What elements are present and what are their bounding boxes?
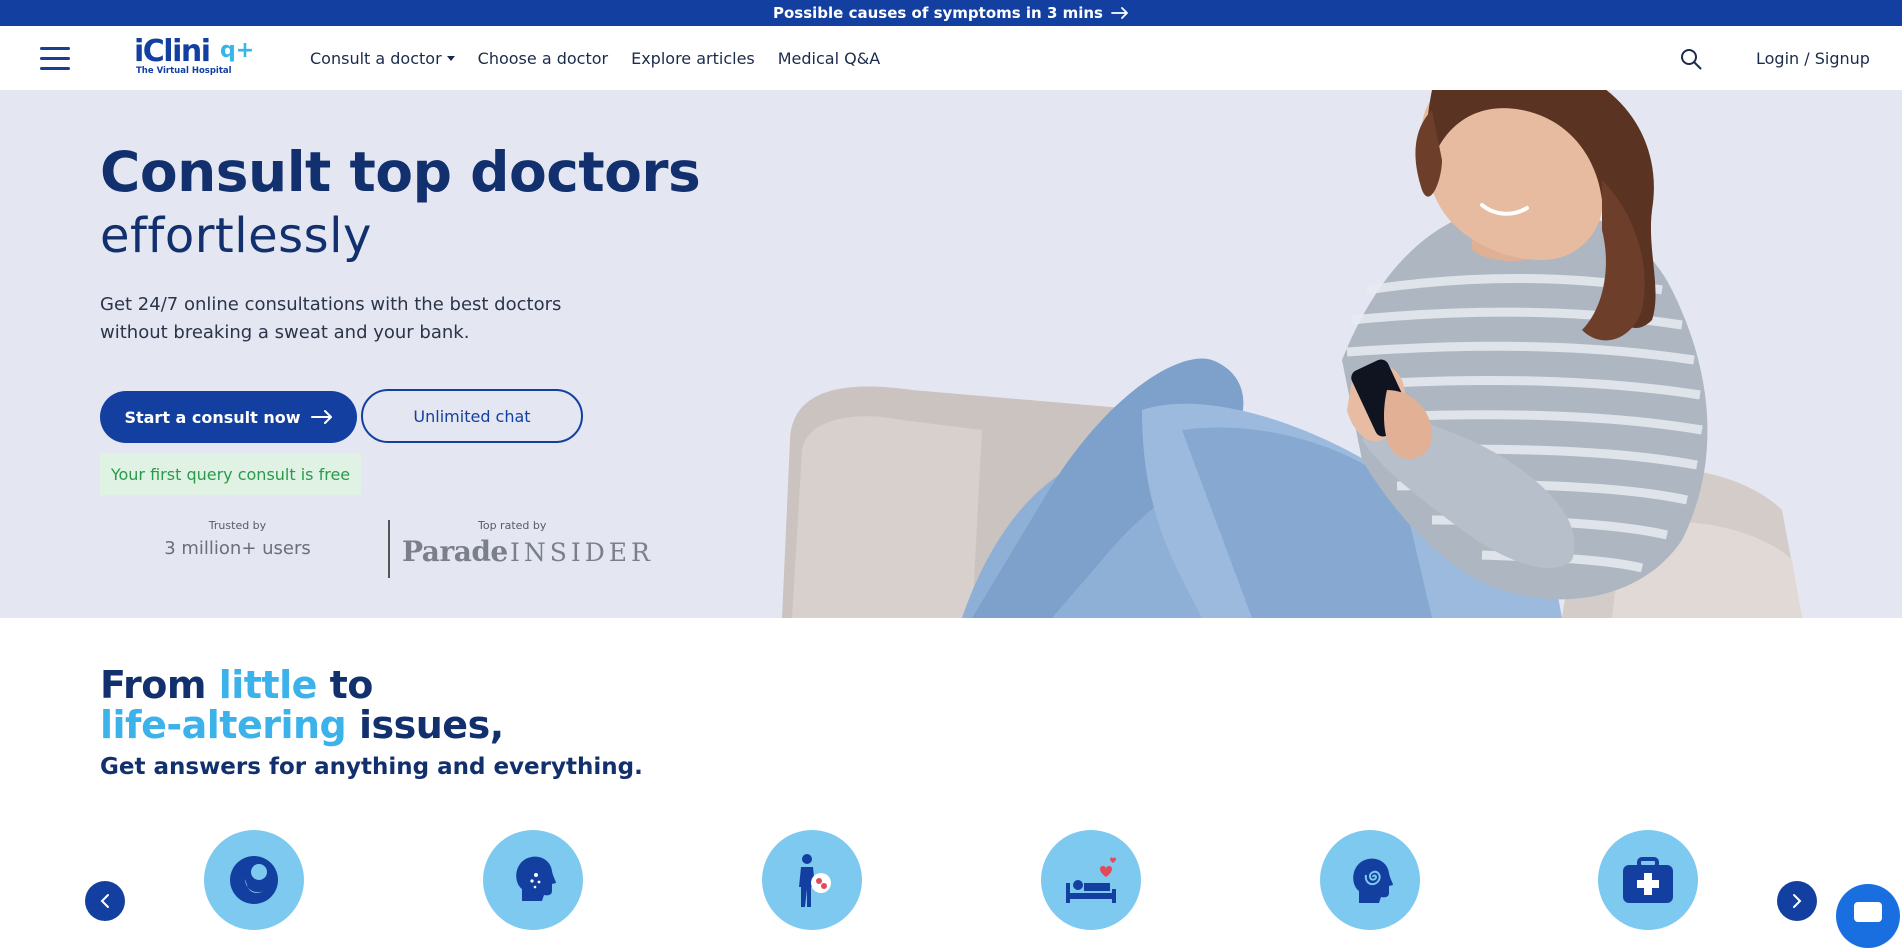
free-consult-note: Your first query consult is free [100,453,361,495]
start-consult-button[interactable]: Start a consult now [100,391,357,443]
iclinic-logo[interactable]: iClini q+ The Virtual Hospital [134,36,254,80]
trusted-users: 3 million+ users [164,538,311,559]
brain-spiral-icon [1353,858,1393,903]
chat-bubble-icon [1854,902,1882,922]
section-heading-line1: From little to [100,663,373,707]
category-mental-health[interactable] [1320,830,1420,930]
category-body[interactable] [762,830,862,930]
section-tagline: Get answers for anything and everything. [100,754,643,780]
fetus-icon [230,856,278,904]
nav-menu: Consult a doctor Choose a doctor Explore… [310,26,880,90]
promo-text: Possible causes of symptoms in 3 mins [773,4,1103,22]
parade-logo: Parade [402,535,508,568]
chat-widget-button[interactable] [1836,884,1900,948]
carousel-next-button[interactable] [1777,881,1817,921]
logo-plus-icon: q+ [220,38,255,63]
carousel-prev-button[interactable] [85,881,125,921]
category-sexual-health[interactable] [1041,830,1141,930]
hamburger-menu-icon[interactable] [40,47,70,70]
logo-tagline: The Virtual Hospital [136,66,232,76]
top-navigation: iClini q+ The Virtual Hospital Consult a… [0,26,1902,90]
category-skin[interactable] [483,830,583,930]
section-heading-line2: life-altering issues, [100,703,504,747]
top-rated-label: Top rated by [478,519,547,532]
search-icon[interactable] [1680,48,1702,70]
trusted-by-block: Trusted by 3 million+ users [140,519,335,559]
hero-subtitle: Get 24/7 online consultations with the b… [100,294,562,343]
category-pregnancy[interactable] [204,830,304,930]
nav-item-explore-articles[interactable]: Explore articles [631,49,755,68]
caret-down-icon [446,55,455,61]
hero-title: Consult top doctors [100,140,701,204]
nav-item-choose-a-doctor[interactable]: Choose a doctor [478,49,608,68]
divider [388,520,390,578]
unlimited-chat-button[interactable]: Unlimited chat [361,389,583,443]
hero-section: Consult top doctors effortlessly Get 24/… [0,90,1902,618]
hero-title-secondary: effortlessly [100,208,372,264]
hero-woman-on-couch-image [782,90,1802,618]
chevron-left-icon [100,894,109,908]
category-general-medicine[interactable] [1598,830,1698,930]
insider-logo: INSIDER [510,538,654,567]
login-signup-link[interactable]: Login / Signup [1756,26,1870,90]
nav-item-consult-a-doctor[interactable]: Consult a doctor [310,49,455,68]
trusted-label: Trusted by [208,519,267,532]
chevron-right-icon [1793,894,1802,908]
promo-bar[interactable]: Possible causes of symptoms in 3 mins [0,0,1902,26]
head-skin-icon [516,856,556,901]
arrow-right-icon [310,410,332,424]
first-aid-kit-icon [1623,857,1673,903]
nav-item-medical-qa[interactable]: Medical Q&A [778,49,880,68]
arrow-right-icon [1111,7,1128,19]
body-organ-icon [799,854,831,907]
bed-hearts-icon [1066,857,1116,903]
